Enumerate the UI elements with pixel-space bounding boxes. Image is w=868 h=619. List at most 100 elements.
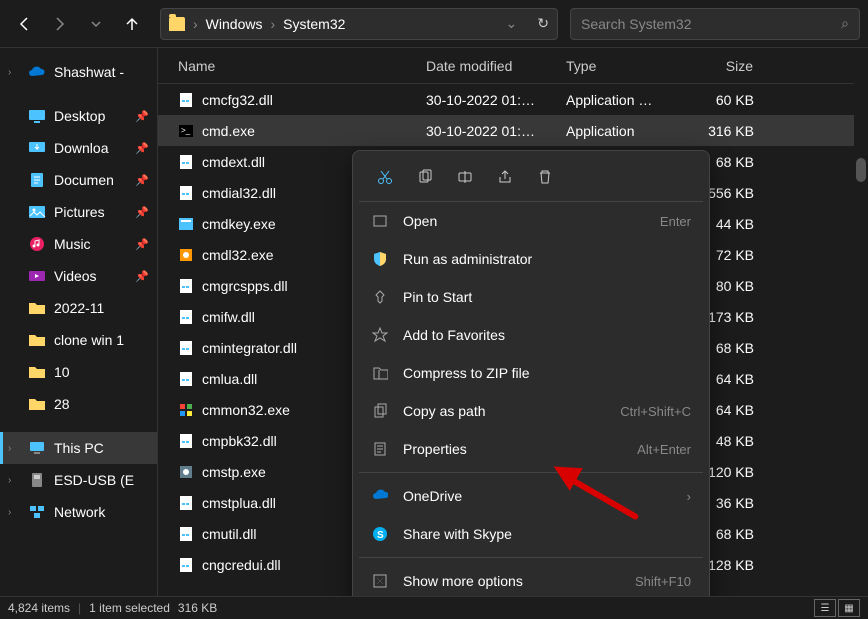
- ctx-item[interactable]: OneDrive ›: [359, 477, 703, 515]
- sidebar-item[interactable]: Documen📌: [0, 164, 157, 196]
- sidebar-item-label: Shashwat -: [54, 64, 124, 80]
- pin-icon: [371, 289, 389, 305]
- ctx-shortcut: Shift+F10: [635, 574, 691, 589]
- sidebar-item[interactable]: Desktop📌: [0, 100, 157, 132]
- ctx-label: Show more options: [403, 573, 523, 589]
- nav-back-button[interactable]: [8, 8, 40, 40]
- sidebar-location[interactable]: ›This PC: [0, 432, 157, 464]
- ctx-show-more[interactable]: Show more options Shift+F10: [359, 562, 703, 600]
- sidebar-item-label: 10: [54, 364, 70, 380]
- svg-text:S: S: [377, 530, 384, 541]
- delete-button[interactable]: [527, 161, 563, 193]
- file-row[interactable]: >_cmd.exe30-10-2022 01:…Application316 K…: [158, 115, 868, 146]
- sidebar-location[interactable]: › Network: [0, 496, 157, 528]
- search-icon: ⌕: [841, 15, 849, 32]
- refresh-button[interactable]: ↻: [537, 15, 549, 32]
- nav-recent-button[interactable]: [80, 8, 112, 40]
- onedrive-icon: [28, 64, 46, 80]
- column-header-type[interactable]: Type: [566, 58, 686, 74]
- sidebar-item[interactable]: clone win 1: [0, 324, 157, 356]
- separator: [359, 557, 703, 558]
- pin-icon: 📌: [135, 238, 149, 251]
- ctx-item[interactable]: Copy as path Ctrl+Shift+C: [359, 392, 703, 430]
- column-header-date[interactable]: Date modified: [426, 58, 566, 74]
- file-type: Application …: [566, 92, 686, 108]
- sidebar-item-label: Documen: [54, 172, 114, 188]
- nav-up-button[interactable]: [116, 8, 148, 40]
- file-name: cmdl32.exe: [202, 247, 274, 263]
- status-size: 316 KB: [178, 601, 217, 615]
- sidebar-quick-access[interactable]: › Shashwat -: [0, 56, 157, 88]
- ctx-item[interactable]: PropertiesAlt+Enter: [359, 430, 703, 468]
- sidebar-item[interactable]: Downloa📌: [0, 132, 157, 164]
- ctx-shortcut: Enter: [660, 214, 691, 229]
- file-size: 316 KB: [686, 123, 766, 139]
- sidebar-item-label: clone win 1: [54, 332, 124, 348]
- ctx-item[interactable]: Run as administrator: [359, 240, 703, 278]
- file-name: cmstplua.dll: [202, 495, 276, 511]
- ctx-label: Compress to ZIP file: [403, 365, 530, 381]
- file-name: cmdkey.exe: [202, 216, 276, 232]
- sidebar-item[interactable]: 2022-11: [0, 292, 157, 324]
- ctx-item[interactable]: OpenEnter: [359, 202, 703, 240]
- open-icon: [371, 213, 389, 229]
- ctx-label: Properties: [403, 441, 467, 457]
- ctx-label: Run as administrator: [403, 251, 532, 267]
- ctx-label: Pin to Start: [403, 289, 472, 305]
- share-button[interactable]: [487, 161, 523, 193]
- file-name: cmmon32.exe: [202, 402, 290, 418]
- sidebar-item[interactable]: Pictures📌: [0, 196, 157, 228]
- breadcrumb-system32[interactable]: System32: [283, 16, 345, 32]
- search-input[interactable]: Search System32 ⌕: [570, 8, 860, 40]
- view-icons-button[interactable]: ▦: [838, 599, 860, 617]
- copy-button[interactable]: [407, 161, 443, 193]
- address-bar[interactable]: › Windows › System32 ⌄ ↻: [160, 8, 558, 40]
- sidebar-item-label: Downloa: [54, 140, 108, 156]
- cut-button[interactable]: [367, 161, 403, 193]
- search-placeholder: Search System32: [581, 16, 692, 32]
- file-name: cmgrcspps.dll: [202, 278, 288, 294]
- ctx-label: Share with Skype: [403, 526, 512, 542]
- file-row[interactable]: cmcfg32.dll30-10-2022 01:…Application …6…: [158, 84, 868, 115]
- sidebar-location[interactable]: ›ESD-USB (E: [0, 464, 157, 496]
- chevron-right-icon: ›: [687, 489, 691, 504]
- scrollbar[interactable]: [854, 48, 868, 596]
- sidebar-item[interactable]: Videos📌: [0, 260, 157, 292]
- ctx-shortcut: Ctrl+Shift+C: [620, 404, 691, 419]
- view-details-button[interactable]: ☰: [814, 599, 836, 617]
- file-name: cmutil.dll: [202, 526, 256, 542]
- sidebar-item-label: Network: [54, 504, 105, 520]
- chevron-right-icon: ›: [8, 67, 20, 78]
- chevron-down-icon[interactable]: ⌄: [506, 15, 518, 32]
- file-name: cmintegrator.dll: [202, 340, 297, 356]
- breadcrumb-windows[interactable]: Windows: [206, 16, 263, 32]
- ctx-item[interactable]: S Share with Skype: [359, 515, 703, 553]
- sidebar-item[interactable]: 28: [0, 388, 157, 420]
- column-header-size[interactable]: Size: [686, 58, 766, 74]
- sidebar-item[interactable]: Music📌: [0, 228, 157, 260]
- column-header-name[interactable]: Name: [170, 58, 426, 74]
- file-type: Application: [566, 123, 686, 139]
- ctx-label: Copy as path: [403, 403, 486, 419]
- file-name: cmifw.dll: [202, 309, 255, 325]
- context-menu: OpenEnter Run as administrator Pin to Star…: [352, 150, 710, 607]
- chevron-right-icon: ›: [8, 475, 20, 486]
- sidebar-item[interactable]: 10: [0, 356, 157, 388]
- ctx-label: OneDrive: [403, 488, 462, 504]
- nav-forward-button[interactable]: [44, 8, 76, 40]
- ctx-item[interactable]: Add to Favorites: [359, 316, 703, 354]
- ctx-item[interactable]: Pin to Start: [359, 278, 703, 316]
- skype-icon: S: [371, 526, 389, 542]
- svg-text:>_: >_: [181, 126, 191, 135]
- sidebar-item-label: Videos: [54, 268, 97, 284]
- props-icon: [371, 441, 389, 457]
- ctx-item[interactable]: Compress to ZIP file: [359, 354, 703, 392]
- status-bar: 4,824 items | 1 item selected 316 KB ☰ ▦: [0, 596, 868, 619]
- file-name: cmdial32.dll: [202, 185, 276, 201]
- copy-icon: [371, 403, 389, 419]
- chevron-right-icon: ›: [8, 507, 20, 518]
- rename-button[interactable]: [447, 161, 483, 193]
- chevron-right-icon: ›: [270, 16, 275, 32]
- scroll-thumb[interactable]: [856, 158, 866, 182]
- shield-icon: [371, 251, 389, 267]
